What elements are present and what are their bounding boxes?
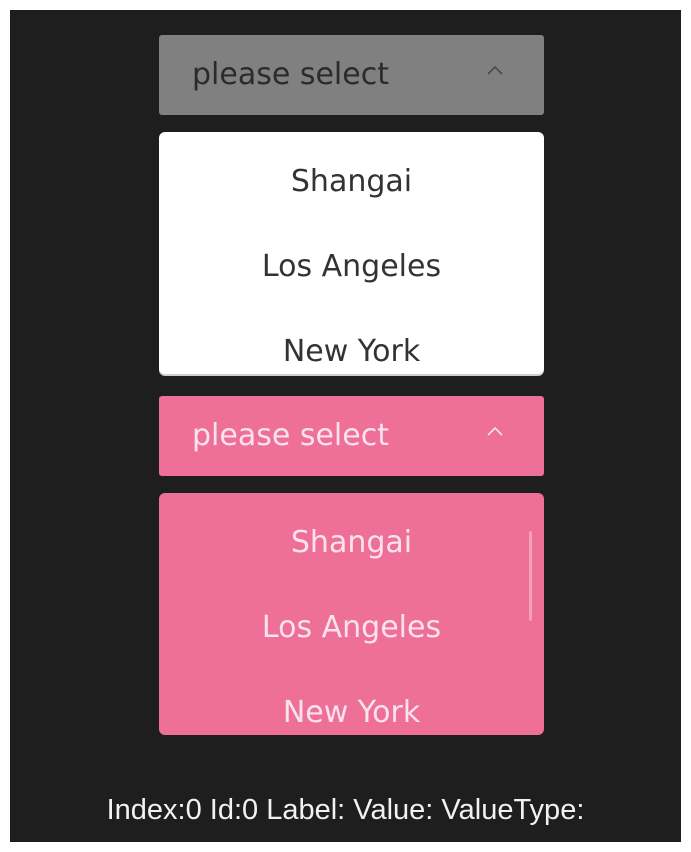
- option-shangai[interactable]: Shangai: [159, 528, 544, 558]
- selection-status-text: Index:0 Id:0 Label: Value: ValueType:: [106, 794, 585, 826]
- dropdown-list-white[interactable]: Shangai Los Angeles New York: [159, 132, 544, 374]
- option-los-angeles[interactable]: Los Angeles: [159, 613, 544, 643]
- select-header-white[interactable]: please select: [159, 35, 544, 115]
- app-screen: please select Shangai Los Angeles New Yo…: [10, 10, 681, 842]
- option-new-york[interactable]: New York: [159, 337, 544, 367]
- option-los-angeles[interactable]: Los Angeles: [159, 252, 544, 282]
- chevron-up-icon: [487, 426, 503, 436]
- chevron-up-icon: [487, 65, 503, 75]
- select-header-pink[interactable]: please select: [159, 396, 544, 476]
- dropdown-list-pink[interactable]: Shangai Los Angeles New York: [159, 493, 544, 735]
- select-placeholder: please select: [192, 57, 389, 92]
- option-new-york[interactable]: New York: [159, 698, 544, 728]
- option-shangai[interactable]: Shangai: [159, 167, 544, 197]
- select-placeholder: please select: [192, 418, 389, 453]
